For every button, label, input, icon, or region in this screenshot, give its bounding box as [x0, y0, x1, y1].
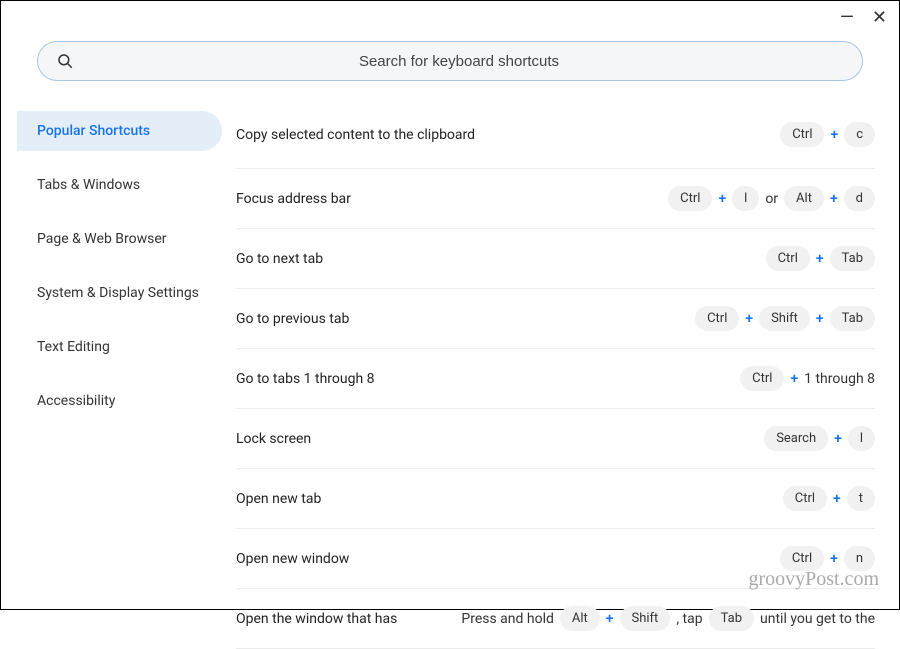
shortcut-description: Lock screen	[236, 431, 764, 447]
shortcut-description: Open the window that has	[236, 611, 461, 627]
shortcut-row: Open the window that hasPress and holdAl…	[236, 589, 875, 649]
sidebar: Popular Shortcuts Tabs & Windows Page & We…	[17, 95, 222, 649]
key-cap: Ctrl	[668, 186, 712, 211]
shortcut-description: Focus address bar	[236, 191, 668, 207]
shortcut-description: Go to tabs 1 through 8	[236, 371, 740, 387]
shortcut-combo: Ctrl + t	[783, 486, 875, 511]
shortcut-combo: Search + l	[764, 426, 875, 451]
plus-separator: +	[606, 611, 614, 627]
key-cap: Tab	[830, 246, 875, 271]
shortcut-row: Copy selected content to the clipboardCt…	[236, 109, 875, 169]
key-cap: Tab	[830, 306, 875, 331]
shortcut-row: Lock screenSearch + l	[236, 409, 875, 469]
plus-separator: +	[816, 311, 824, 327]
search-input[interactable]	[74, 53, 844, 70]
plus-separator: +	[718, 191, 726, 207]
shortcut-list: Copy selected content to the clipboardCt…	[222, 95, 899, 649]
combo-text: 1 through 8	[804, 371, 875, 387]
shortcut-combo: Ctrl + n	[780, 546, 875, 571]
sidebar-item-accessibility[interactable]: Accessibility	[17, 381, 222, 421]
key-cap: Ctrl	[740, 366, 784, 391]
main-layout: Popular Shortcuts Tabs & Windows Page & We…	[1, 95, 899, 649]
sidebar-item-popular-shortcuts[interactable]: Popular Shortcuts	[17, 111, 222, 151]
plus-separator: +	[745, 311, 753, 327]
shortcut-description: Copy selected content to the clipboard	[236, 127, 780, 143]
shortcut-row: Focus address barCtrl + lor Alt + d	[236, 169, 875, 229]
shortcut-row: Go to tabs 1 through 8Ctrl +1 through 8	[236, 349, 875, 409]
key-cap: Ctrl	[780, 546, 824, 571]
key-cap: Shift	[759, 306, 810, 331]
combo-text: or	[765, 191, 778, 207]
key-cap: d	[844, 186, 875, 211]
key-cap: Ctrl	[783, 486, 827, 511]
plus-separator: +	[830, 551, 838, 567]
search-bar[interactable]	[37, 41, 863, 81]
plus-separator: +	[790, 371, 798, 387]
shortcut-description: Open new window	[236, 551, 780, 567]
key-cap: Ctrl	[780, 122, 824, 147]
key-cap: t	[847, 486, 875, 511]
plus-separator: +	[830, 191, 838, 207]
close-button[interactable]: ✕	[872, 9, 887, 27]
shortcut-row: Open new tabCtrl + t	[236, 469, 875, 529]
shortcut-row: Go to previous tabCtrl + Shift + Tab	[236, 289, 875, 349]
search-icon	[56, 52, 74, 70]
key-cap: c	[844, 122, 875, 147]
shortcut-description: Go to next tab	[236, 251, 766, 267]
shortcut-combo: Ctrl + Shift + Tab	[695, 306, 875, 331]
combo-text: until you get to the	[760, 611, 875, 627]
window-controls: — ✕	[840, 9, 887, 27]
shortcut-combo: Ctrl + Tab	[766, 246, 875, 271]
minimize-button[interactable]: —	[840, 9, 854, 27]
plus-separator: +	[830, 127, 838, 143]
shortcut-combo: Ctrl + c	[780, 122, 875, 147]
combo-text: Press and hold	[461, 611, 554, 627]
key-cap: Alt	[784, 186, 824, 211]
key-cap: n	[844, 546, 875, 571]
key-cap: l	[732, 186, 759, 211]
sidebar-item-tabs-windows[interactable]: Tabs & Windows	[17, 165, 222, 205]
shortcut-row: Go to next tabCtrl + Tab	[236, 229, 875, 289]
shortcut-description: Open new tab	[236, 491, 783, 507]
plus-separator: +	[833, 491, 841, 507]
search-container	[1, 1, 899, 95]
plus-separator: +	[834, 431, 842, 447]
shortcut-row: Open new windowCtrl + n	[236, 529, 875, 589]
shortcut-description: Go to previous tab	[236, 311, 695, 327]
key-cap: Search	[764, 426, 828, 451]
key-cap: Ctrl	[695, 306, 739, 331]
combo-text: , tap	[676, 611, 702, 627]
plus-separator: +	[816, 251, 824, 267]
sidebar-item-system-display-settings[interactable]: System & Display Settings	[17, 273, 222, 313]
key-cap: Ctrl	[766, 246, 810, 271]
shortcut-combo: Ctrl + lor Alt + d	[668, 186, 875, 211]
sidebar-item-text-editing[interactable]: Text Editing	[17, 327, 222, 367]
key-cap: l	[848, 426, 875, 451]
shortcut-combo: Ctrl +1 through 8	[740, 366, 875, 391]
sidebar-item-page-web-browser[interactable]: Page & Web Browser	[17, 219, 222, 259]
